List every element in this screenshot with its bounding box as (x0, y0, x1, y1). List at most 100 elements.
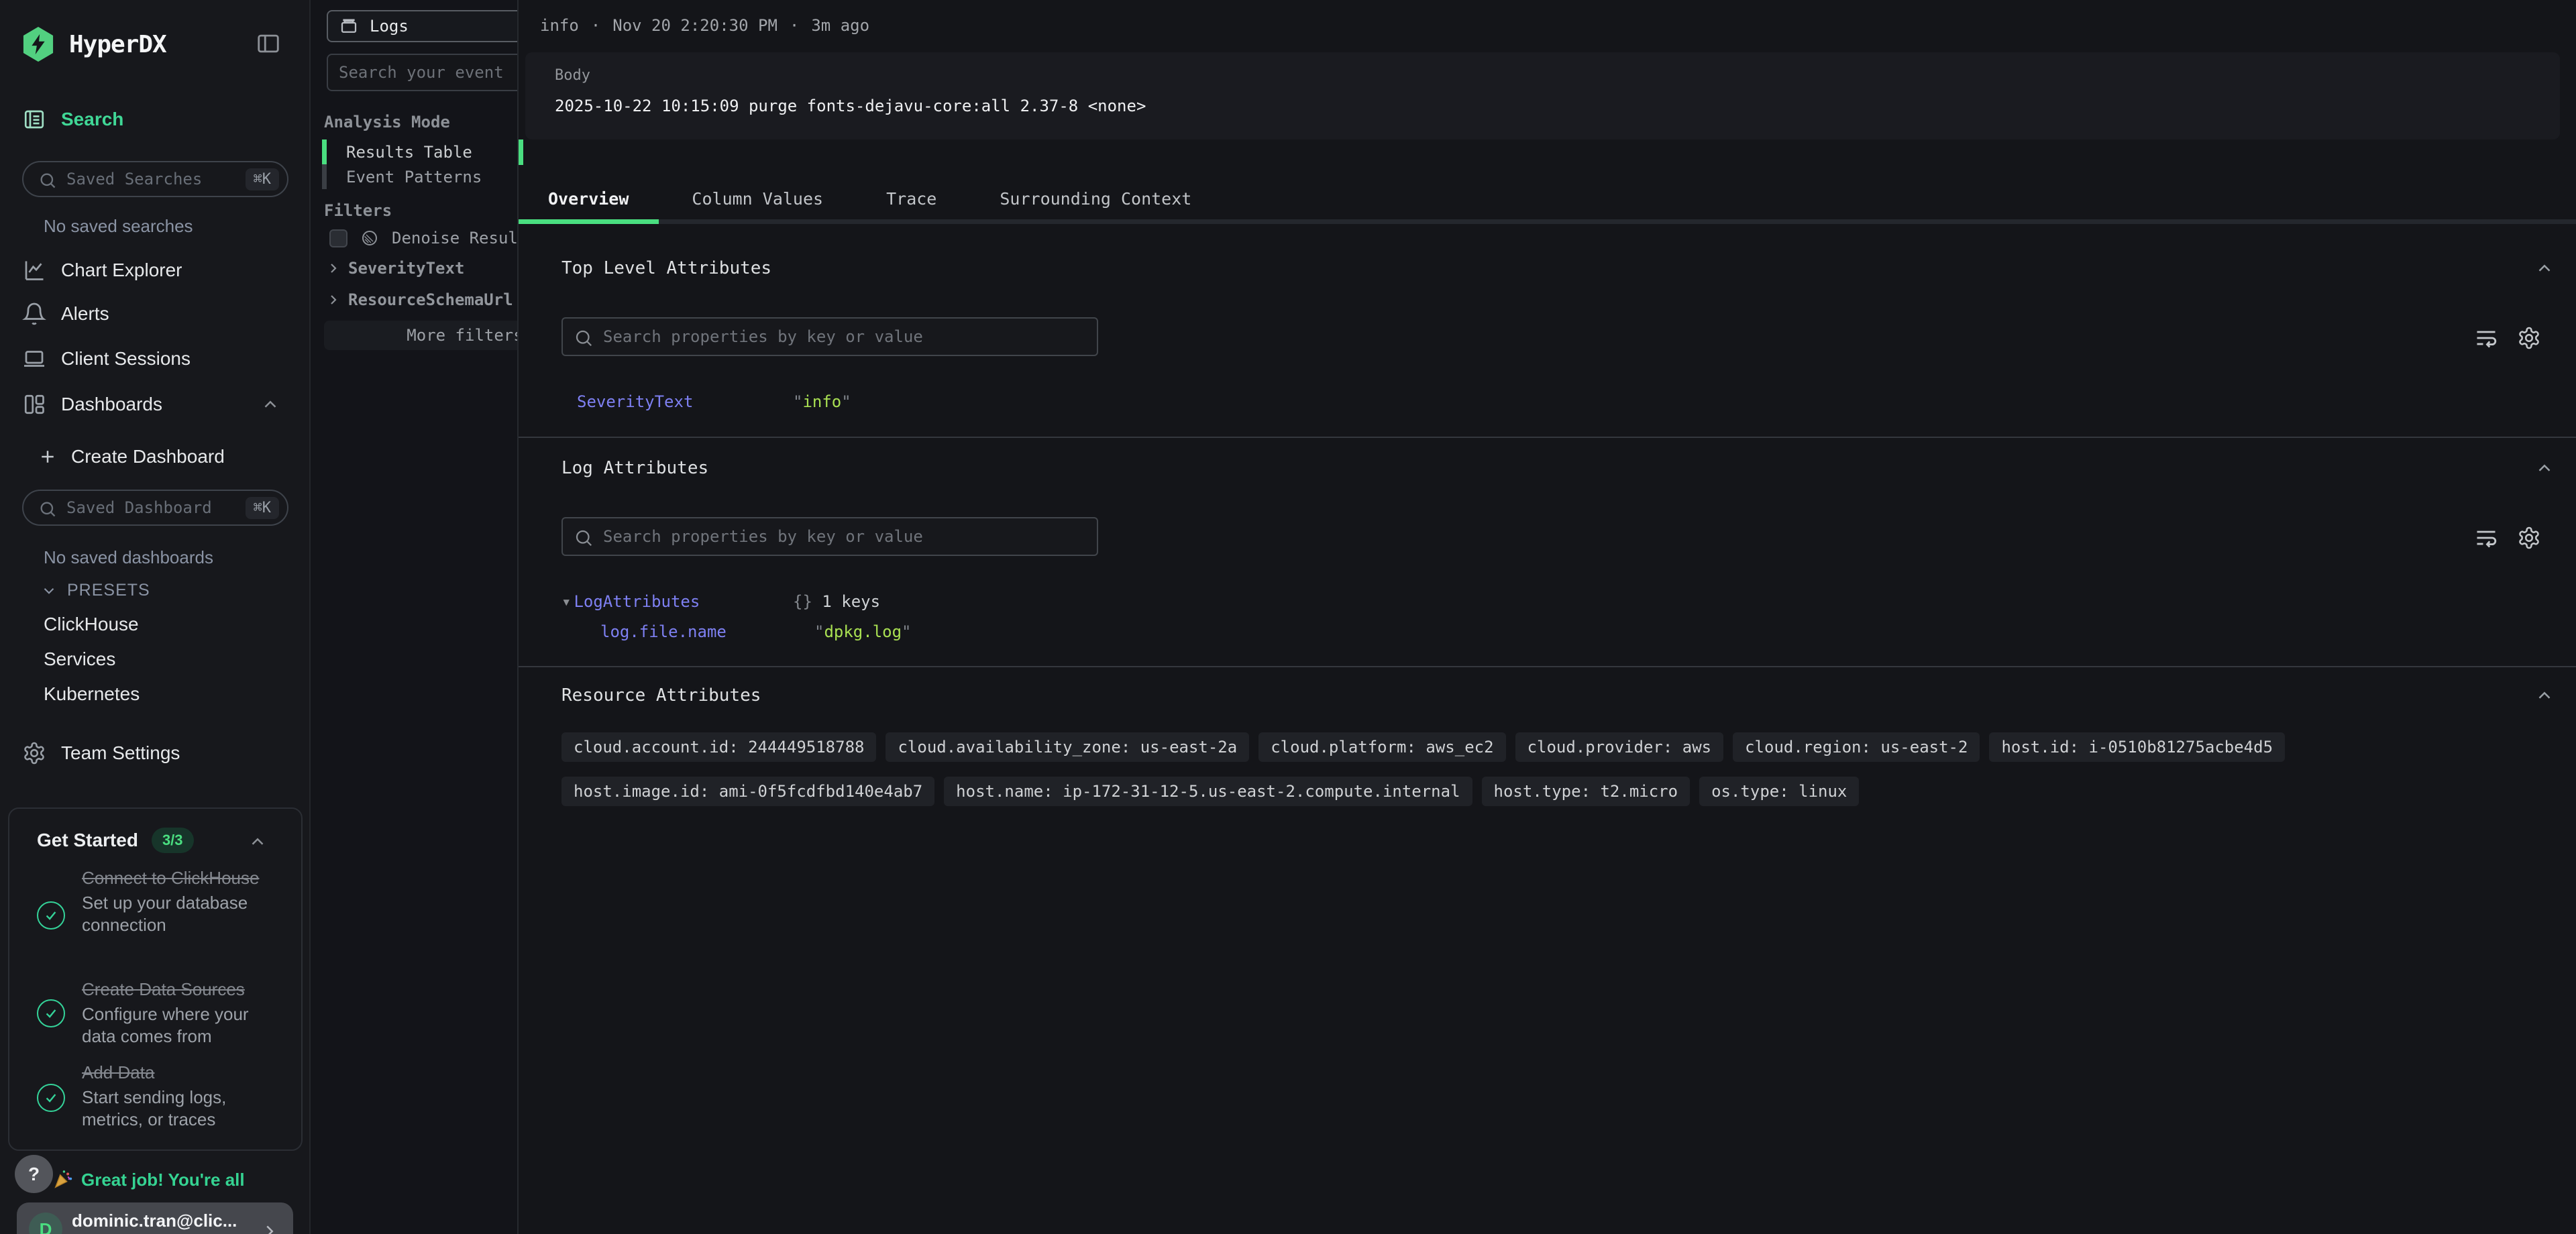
severity-text: info (540, 16, 579, 35)
presets-header[interactable]: PRESETS (40, 581, 150, 600)
preset-clickhouse[interactable]: ClickHouse (44, 614, 139, 635)
mode-indicator (322, 164, 327, 189)
plus-icon (38, 447, 58, 467)
mode-results-table[interactable]: Results Table (322, 139, 517, 164)
attribute-string: info (802, 392, 841, 411)
logo[interactable]: HyperDX (22, 27, 166, 62)
gear-icon[interactable] (2517, 326, 2541, 350)
resource-chip[interactable]: cloud.region: us-east-2 (1733, 732, 1980, 762)
top-level-property-search[interactable] (561, 317, 1098, 356)
check-circle-icon (37, 901, 65, 930)
check-circle-icon (37, 999, 65, 1027)
chevron-up-icon[interactable] (2534, 685, 2555, 706)
chevron-up-icon[interactable] (260, 394, 280, 414)
log-attributes-search-input[interactable] (563, 518, 1097, 555)
step-title: Connect to ClickHouse (82, 866, 263, 889)
step-title: Add Data (82, 1061, 263, 1084)
gear-icon[interactable] (2517, 526, 2541, 550)
denoise-results-toggle[interactable]: Denoise Results (329, 228, 517, 248)
user-display-name: dominic.tran@clic... (72, 1211, 237, 1231)
body-label: Body (555, 67, 590, 84)
resource-chip[interactable]: host.type: t2.micro (1482, 777, 1690, 806)
sidebar-item-search[interactable]: Search (22, 107, 290, 131)
get-started-item[interactable]: Create Data Sources Configure where your… (37, 978, 278, 1048)
attribute-row[interactable]: log.file.name (600, 622, 727, 641)
resource-chip[interactable]: host.image.id: ami-0f5fcdfbd140e4ab7 (561, 777, 934, 806)
step-description: Configure where your data comes from (82, 1003, 263, 1048)
check-circle-icon (37, 1084, 65, 1112)
filter-group-resourceschemaurl[interactable]: ResourceSchemaUrl (325, 290, 513, 309)
mode-event-patterns[interactable]: Event Patterns (322, 164, 517, 189)
resource-chip[interactable]: host.name: ip-172-31-12-5.us-east-2.comp… (944, 777, 1472, 806)
sidebar-item-alerts[interactable]: Alerts (22, 302, 290, 326)
filter-group-severitytext[interactable]: SeverityText (325, 259, 464, 278)
celebration-text: Great job! You're all (81, 1170, 245, 1190)
event-search-input[interactable] (328, 55, 517, 90)
get-started-item[interactable]: Connect to ClickHouse Set up your databa… (37, 866, 278, 936)
denoise-checkbox[interactable] (329, 229, 347, 247)
body-text: 2025-10-22 10:15:09 purge fonts-dejavu-c… (555, 97, 1146, 115)
attribute-key[interactable]: log.file.name (600, 622, 727, 641)
bell-icon (22, 302, 46, 326)
detail-tabbar: Overview Column Values Trace Surrounding… (519, 189, 2576, 224)
sidebar-item-team-settings[interactable]: Team Settings (22, 741, 290, 765)
resource-chip[interactable]: cloud.provider: aws (1515, 732, 1724, 762)
filter-group-label: ResourceSchemaUrl (348, 290, 513, 309)
search-logs-icon (22, 107, 46, 131)
sidebar-item-dashboards[interactable]: Dashboards (22, 392, 290, 416)
resource-chip[interactable]: cloud.availability_zone: us-east-2a (885, 732, 1249, 762)
saved-searches-search[interactable]: ⌘K (22, 161, 288, 197)
top-level-search-input[interactable] (563, 319, 1097, 355)
sidebar-item-client-sessions[interactable]: Client Sessions (22, 347, 290, 371)
resource-chip[interactable]: host.id: i-0510b81275acbe4d5 (1989, 732, 2285, 762)
resource-chip[interactable]: cloud.account.id: 244449518788 (561, 732, 876, 762)
chevron-right-icon (260, 1221, 280, 1234)
chart-icon (22, 258, 46, 282)
chevron-up-icon[interactable] (2534, 258, 2555, 278)
attribute-value[interactable]: "dpkg.log" (814, 622, 912, 641)
event-detail-panel: info · Nov 20 2:20:30 PM · 3m ago Body 2… (517, 0, 2576, 1234)
sidebar-item-chart-explorer[interactable]: Chart Explorer (22, 258, 290, 282)
event-search[interactable] (327, 54, 517, 91)
line-wrap-icon[interactable] (2474, 526, 2498, 550)
tab-surrounding-context[interactable]: Surrounding Context (1000, 189, 1191, 224)
chevron-up-icon[interactable] (248, 832, 268, 852)
attribute-value[interactable]: "info" (793, 392, 851, 411)
attribute-string: dpkg.log (824, 622, 902, 641)
preset-services[interactable]: Services (44, 649, 115, 670)
active-mode-indicator (322, 139, 327, 164)
get-started-card: Get Started 3/3 Connect to ClickHouse Se… (8, 807, 303, 1151)
collapse-sidebar-icon[interactable] (256, 31, 281, 56)
tab-column-values[interactable]: Column Values (692, 189, 823, 224)
tab-overview[interactable]: Overview (548, 189, 629, 224)
filters-label: Filters (324, 201, 392, 220)
search-icon (38, 171, 57, 190)
lightning-bolt-icon (30, 34, 47, 54)
chevron-up-icon[interactable] (2534, 458, 2555, 478)
source-selector[interactable]: Logs (327, 10, 517, 42)
caret-down-icon[interactable]: ▾ (561, 592, 571, 611)
get-started-item[interactable]: Add Data Start sending logs, metrics, or… (37, 1061, 278, 1131)
help-button[interactable]: ? (15, 1155, 53, 1193)
create-dashboard-button[interactable]: Create Dashboard (38, 446, 225, 467)
event-timestamp: Nov 20 2:20:30 PM (612, 16, 777, 35)
sidebar-item-label: Search (61, 109, 123, 130)
attribute-key[interactable]: SeverityText (577, 392, 693, 411)
resource-chip[interactable]: cloud.platform: aws_ec2 (1258, 732, 1505, 762)
attribute-row[interactable]: SeverityText (577, 392, 693, 411)
tab-trace[interactable]: Trace (886, 189, 936, 224)
attribute-tree-root[interactable]: ▾LogAttributes (561, 592, 700, 611)
attribute-key[interactable]: LogAttributes (574, 592, 700, 611)
more-filters-button[interactable]: More filters (324, 321, 517, 350)
resource-chip[interactable]: os.type: linux (1699, 777, 1859, 806)
line-wrap-icon[interactable] (2474, 326, 2498, 350)
saved-dashboards-search[interactable]: ⌘K (22, 490, 288, 526)
mode-label: Event Patterns (346, 168, 482, 186)
key-count: 1 keys (822, 592, 880, 611)
log-attributes-property-search[interactable] (561, 517, 1098, 556)
user-menu[interactable]: D dominic.tran@clic... dominic.tran@clic… (17, 1202, 293, 1234)
presets-label: PRESETS (67, 581, 150, 600)
section-divider (519, 437, 2576, 438)
preset-kubernetes[interactable]: Kubernetes (44, 683, 140, 705)
logs-source-icon (339, 16, 359, 36)
